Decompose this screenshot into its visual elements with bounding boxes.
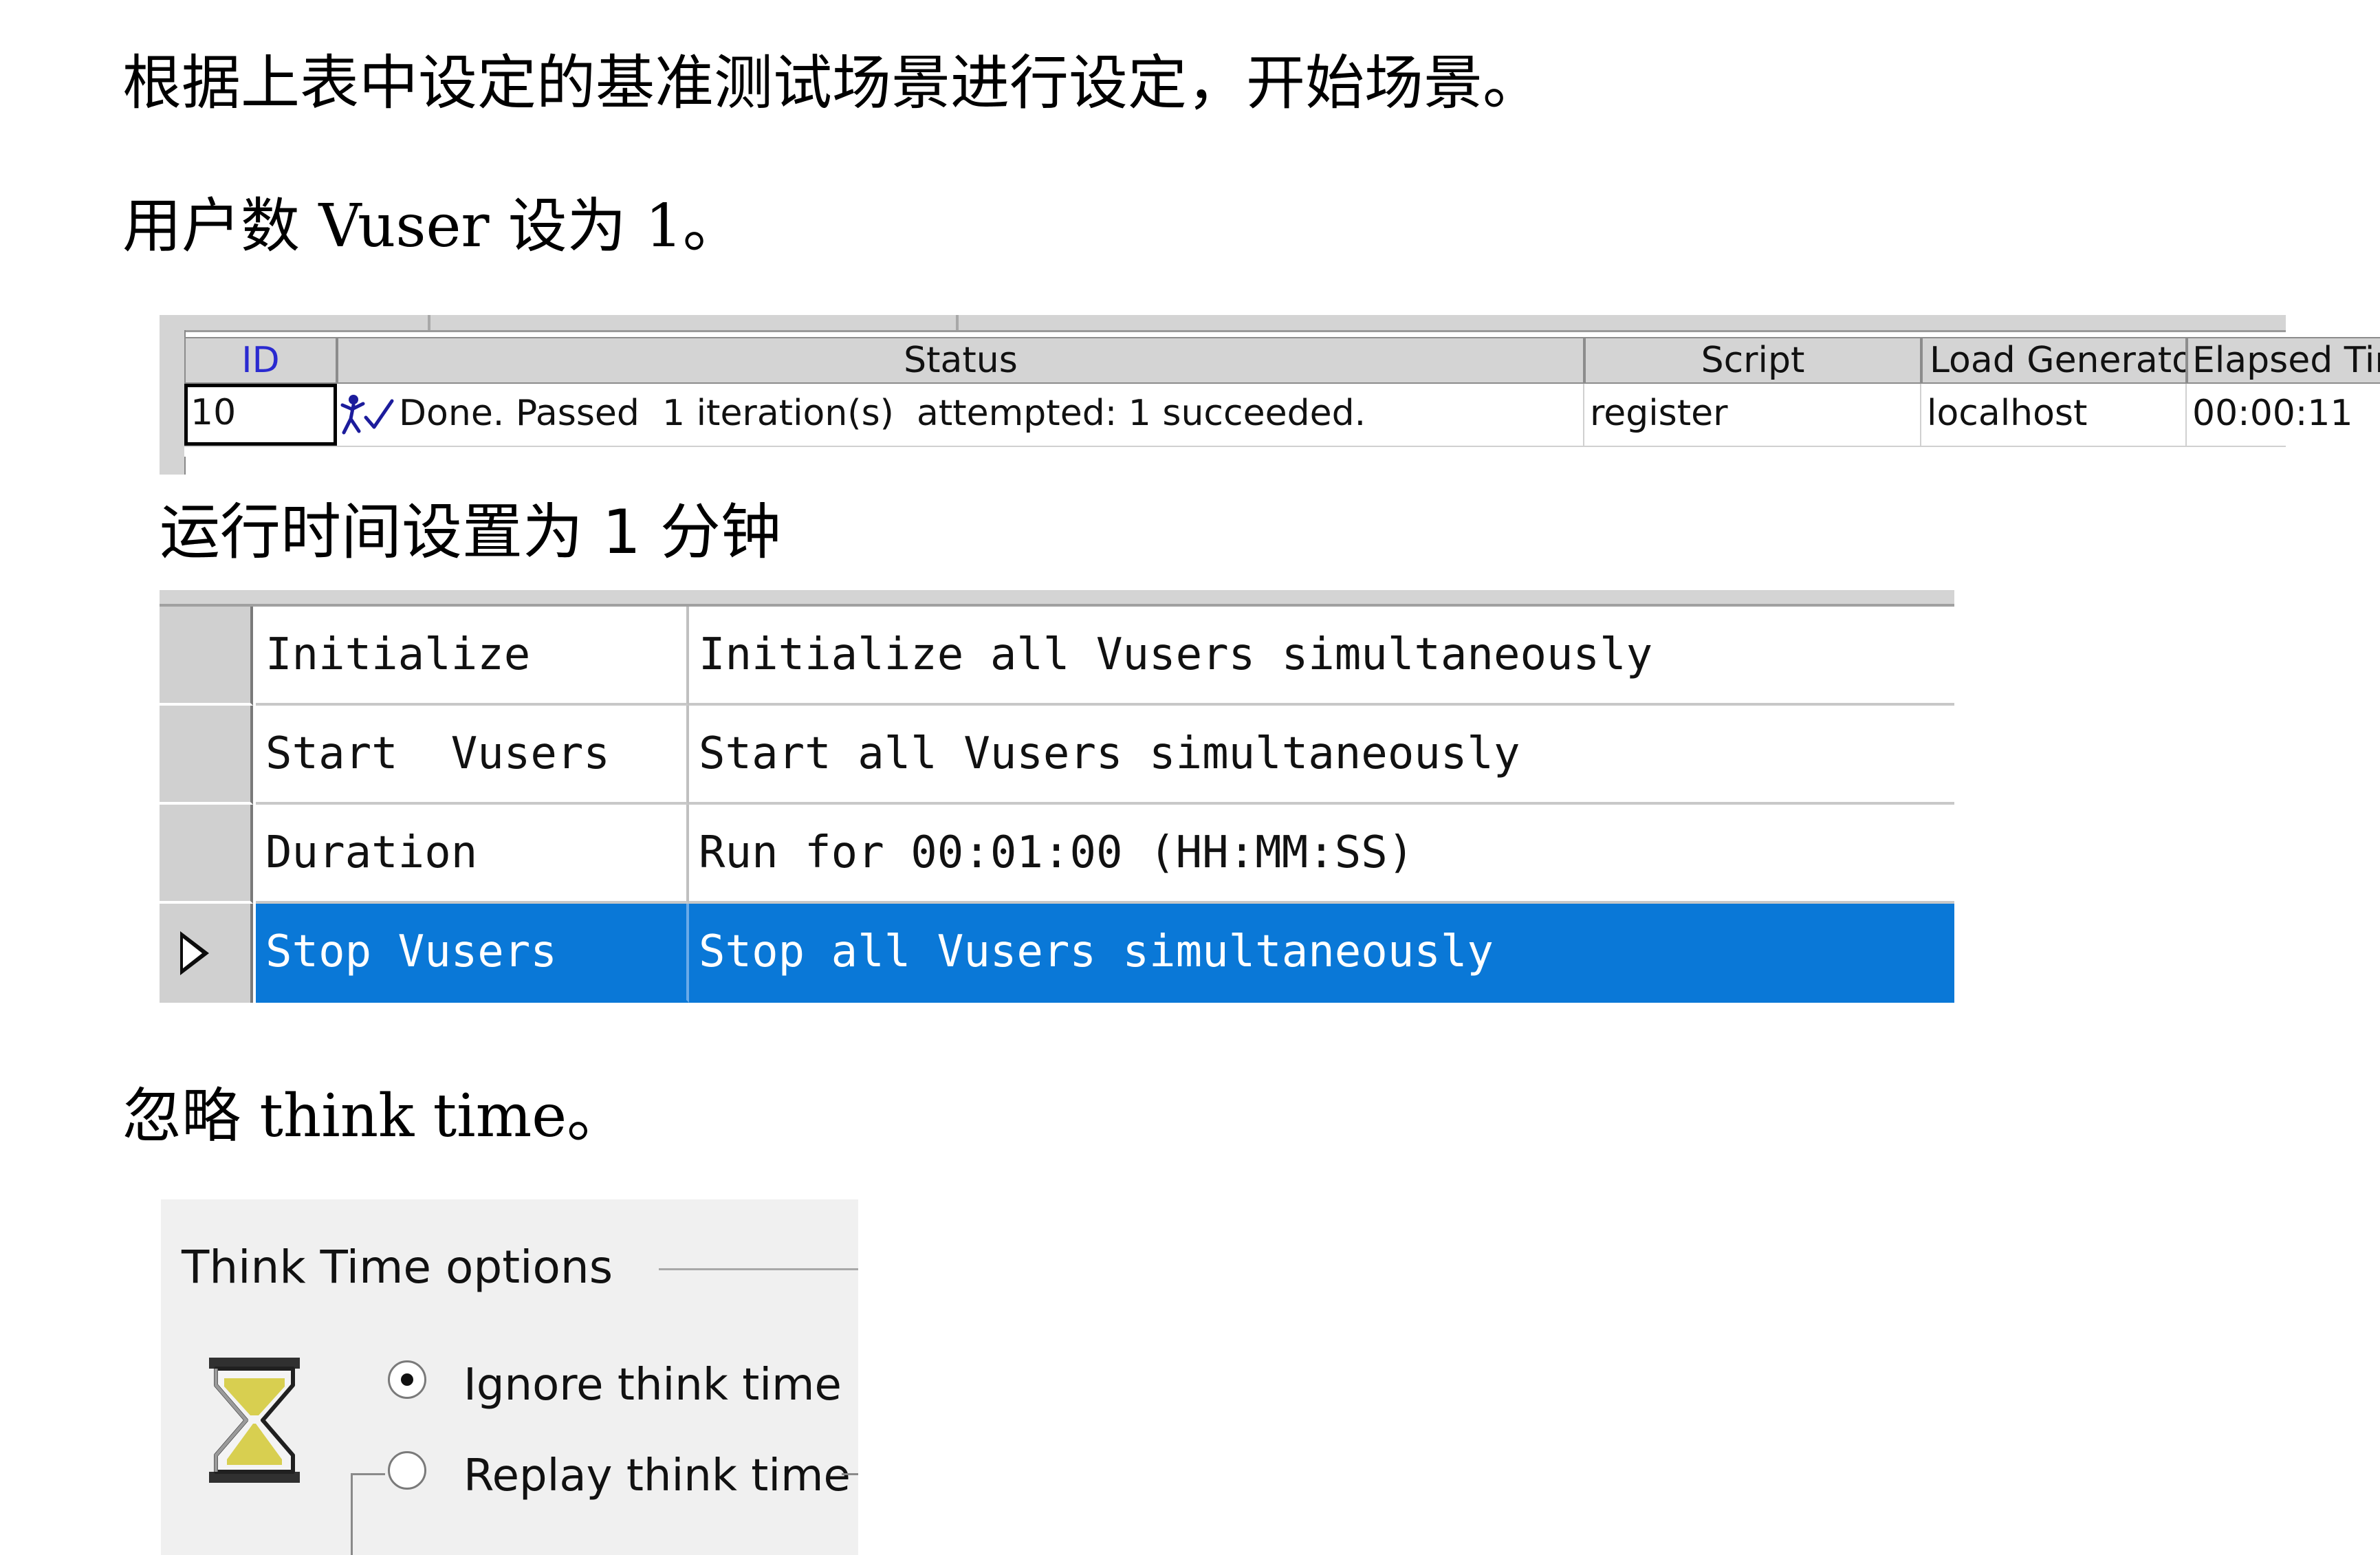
ignore-think-time-label[interactable]: Ignore think time xyxy=(463,1363,842,1407)
schedule-row-duration[interactable]: Duration Run for 00:01:00 (HH:MM:SS) xyxy=(160,805,1954,904)
replay-think-time-radio[interactable] xyxy=(388,1451,426,1490)
header-status[interactable]: Status xyxy=(337,337,1584,384)
paragraph-think-time: 忽略 think time。 xyxy=(122,1082,626,1151)
schedule-description: Initialize all Vusers simultaneously xyxy=(689,607,1954,706)
schedule-top-band xyxy=(160,590,1954,607)
cell-elapsed-time[interactable]: 00:00:11 xyxy=(2187,384,2380,446)
header-load-generator[interactable]: Load Generator xyxy=(1921,337,2187,384)
paragraph-run-time: 运行时间设置为 1 分钟 xyxy=(160,497,781,567)
grid-top-band xyxy=(160,315,2286,332)
group-divider xyxy=(659,1268,858,1270)
grid-divider xyxy=(956,315,959,330)
header-elapsed-time[interactable]: Elapsed Time xyxy=(2187,337,2380,384)
schedule-action: Initialize xyxy=(256,607,689,706)
cell-status[interactable]: Done. Passed 1 iteration(s) attempted: 1… xyxy=(337,384,1584,446)
header-id[interactable]: ID xyxy=(184,337,337,384)
schedule-description: Run for 00:01:00 (HH:MM:SS) xyxy=(689,805,1954,904)
cell-script[interactable]: register xyxy=(1584,384,1921,446)
schedule-description: Stop all Vusers simultaneously xyxy=(689,904,1954,1003)
schedule-action: Stop Vusers xyxy=(256,904,689,1003)
schedule-row-stop-vusers[interactable]: Stop Vusers Stop all Vusers simultaneous… xyxy=(160,904,1954,1003)
row-selector[interactable] xyxy=(160,607,253,706)
current-row-arrow-icon xyxy=(180,931,209,975)
grid-next-row xyxy=(184,446,2286,457)
vuser-running-man-icon xyxy=(340,395,394,435)
schedule-description: Start all Vusers simultaneously xyxy=(689,706,1954,805)
radio-dot xyxy=(401,1373,413,1386)
cell-id[interactable]: 10 xyxy=(184,384,337,446)
think-time-options-panel: Think Time options Ignore think time Rep… xyxy=(161,1199,858,1555)
vuser-grid: ID Status Script Load Generator Elapsed … xyxy=(160,315,2380,483)
hourglass-icon xyxy=(209,1358,300,1483)
think-time-title: Think Time options xyxy=(182,1241,613,1294)
grid-divider xyxy=(428,315,430,330)
schedule-action: Start Vusers xyxy=(256,706,689,805)
row-gutter xyxy=(160,330,186,475)
status-text: Done. Passed 1 iteration(s) attempted: 1… xyxy=(399,393,1366,434)
schedule-action: Duration xyxy=(256,805,689,904)
group-box-line xyxy=(842,1473,858,1475)
group-box-line xyxy=(351,1473,353,1555)
row-selector[interactable] xyxy=(160,706,253,805)
paragraph-scenario-setup: 根据上表中设定的基准测试场景进行设定，开始场景。 xyxy=(122,49,1542,118)
schedule-row-start-vusers[interactable]: Start Vusers Start all Vusers simultaneo… xyxy=(160,706,1954,805)
paragraph-vuser-count: 用户数 Vuser 设为 1。 xyxy=(122,192,742,261)
schedule-actions-grid: Initialize Initialize all Vusers simulta… xyxy=(160,590,1954,1003)
group-box-line xyxy=(351,1473,385,1475)
row-selector[interactable] xyxy=(160,904,253,1003)
row-selector[interactable] xyxy=(160,805,253,904)
schedule-row-initialize[interactable]: Initialize Initialize all Vusers simulta… xyxy=(160,607,1954,706)
replay-think-time-label[interactable]: Replay think time xyxy=(463,1454,851,1498)
header-script[interactable]: Script xyxy=(1584,337,1921,384)
cell-load-generator[interactable]: localhost xyxy=(1921,384,2187,446)
ignore-think-time-radio[interactable] xyxy=(388,1360,426,1399)
